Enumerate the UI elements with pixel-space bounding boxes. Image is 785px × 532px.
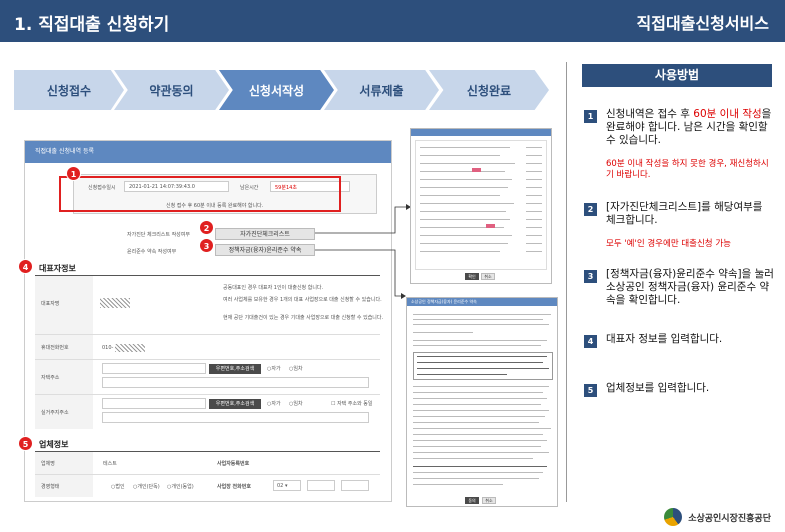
- step-terms: 약관동의: [114, 70, 229, 110]
- howto-note: 60분 이내 작성을 하지 못한 경우, 재신청하시기 바랍니다.: [606, 159, 769, 180]
- real-address-field[interactable]: [102, 412, 369, 423]
- home-address-field[interactable]: [102, 377, 369, 388]
- masked-name: [100, 298, 130, 308]
- org-emblem-icon: [664, 508, 683, 526]
- step-application: 신청서작성: [219, 70, 334, 110]
- real-address-search-button[interactable]: 우편번호,주소검색: [209, 399, 261, 409]
- form-header: 직접대출 신청내역 등록: [25, 141, 391, 163]
- org-logo: 소상공인시장진흥공단: [664, 508, 771, 526]
- page-title: 1. 직접대출 신청하기: [14, 15, 170, 35]
- ethics-popup: 소상공인 정책자금(융자) 윤리준수 약속 동의 취소: [406, 297, 558, 507]
- callout-2: 2: [199, 220, 214, 235]
- tel-area-select[interactable]: 02 ▾: [273, 480, 301, 491]
- time-highlight-box: [59, 176, 341, 212]
- howto-title: 사용방법: [582, 64, 772, 87]
- callout-3: 3: [199, 238, 214, 253]
- ethics-pledge-button[interactable]: 정책자금(융자)윤리준수 약속: [215, 244, 315, 256]
- divider: [566, 62, 567, 502]
- howto-note: 모두 '예'인 경우에만 대출신청 가능: [606, 239, 731, 249]
- step-receipt: 신청접수: [14, 70, 124, 110]
- service-title: 직접대출신청서비스: [636, 14, 769, 33]
- checklist-popup: 확인 취소: [410, 128, 552, 284]
- checklist-cancel-button[interactable]: 취소: [481, 273, 495, 280]
- tel-last-field[interactable]: [341, 480, 369, 491]
- step-number: 1: [584, 110, 597, 123]
- callout-1: 1: [66, 166, 81, 181]
- step-complete: 신청완료: [429, 70, 549, 110]
- home-address-search-button[interactable]: 우편번호,주소검색: [209, 364, 261, 374]
- rep-section-title: 대표자정보: [39, 264, 76, 273]
- step-documents: 서류제출: [324, 70, 439, 110]
- callout-5: 5: [18, 436, 33, 451]
- checklist-confirm-button[interactable]: 확인: [465, 273, 479, 280]
- callout-4: 4: [18, 259, 33, 274]
- same-address-checkbox[interactable]: ☐ 자택 주소와 동일: [331, 400, 372, 407]
- title-bar: 1. 직접대출 신청하기 직접대출신청서비스: [0, 0, 785, 42]
- tel-mid-field[interactable]: [307, 480, 335, 491]
- step-progress: 신청접수 약관동의 신청서작성 서류제출 신청완료: [14, 70, 549, 110]
- home-zip-field[interactable]: [102, 363, 206, 374]
- checklist-button[interactable]: 자가진단체크리스트: [215, 228, 315, 240]
- ethics-cancel-button[interactable]: 취소: [482, 497, 496, 504]
- real-zip-field[interactable]: [102, 398, 206, 409]
- biz-section-title: 업체정보: [39, 440, 69, 449]
- ethics-agree-button[interactable]: 동의: [465, 497, 479, 504]
